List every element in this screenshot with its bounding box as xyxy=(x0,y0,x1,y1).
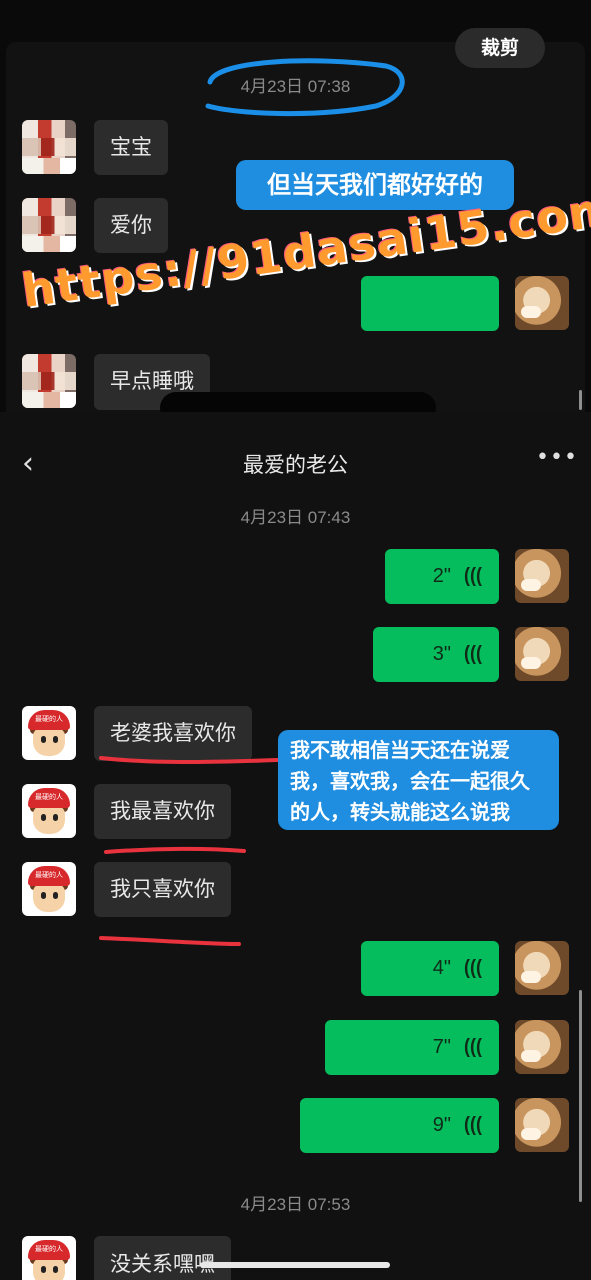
message-bubble: 没关系嘿嘿 xyxy=(94,1236,231,1280)
voice-duration: 3" xyxy=(432,643,452,665)
user-avatar[interactable] xyxy=(515,1020,569,1074)
voice-wave-icon: ((( xyxy=(464,1036,483,1058)
contact-avatar[interactable]: 最硬的人 xyxy=(22,862,76,916)
voice-wave-icon: ((( xyxy=(464,1114,483,1136)
chat-title: 最爱的老公 xyxy=(243,453,348,477)
avatar-badge-text: 最硬的人 xyxy=(35,793,63,801)
contact-avatar[interactable] xyxy=(22,354,76,408)
voice-message-bubble[interactable] xyxy=(361,276,499,331)
voice-duration: 9" xyxy=(432,1114,452,1136)
contact-avatar[interactable] xyxy=(22,120,76,174)
crop-button[interactable]: 裁剪 xyxy=(455,28,545,68)
underline-mark xyxy=(99,936,241,946)
voice-message-bubble[interactable]: 4" ((( xyxy=(361,941,499,996)
user-avatar[interactable] xyxy=(515,941,569,995)
avatar-badge-text: 最硬的人 xyxy=(35,715,63,723)
voice-duration: 7" xyxy=(432,1036,452,1058)
voice-wave-icon: ((( xyxy=(464,643,483,665)
chat-header: ‹ 最爱的老公 ••• xyxy=(0,412,591,512)
home-indicator[interactable] xyxy=(200,1262,390,1268)
scrollbar[interactable] xyxy=(579,990,582,1202)
voice-duration: 2" xyxy=(432,565,452,587)
annotation-note: 我不敢相信当天还在说爱我，喜欢我，会在一起很久的人，转头就能这么说我 xyxy=(278,730,559,830)
voice-wave-icon: ((( xyxy=(464,957,483,979)
chat-screen xyxy=(0,412,591,1280)
timestamp-circle-mark xyxy=(205,58,405,117)
user-avatar[interactable] xyxy=(515,627,569,681)
message-bubble: 宝宝 xyxy=(94,120,168,175)
scrollbar[interactable] xyxy=(579,390,582,410)
voice-message-bubble[interactable]: 9" ((( xyxy=(300,1098,499,1153)
user-avatar[interactable] xyxy=(515,549,569,603)
underline-mark xyxy=(99,756,279,764)
message-bubble: 我只喜欢你 xyxy=(94,862,231,917)
avatar-badge-text: 最硬的人 xyxy=(35,871,63,879)
message-bubble: 我最喜欢你 xyxy=(94,784,231,839)
contact-avatar[interactable]: 最硬的人 xyxy=(22,1236,76,1280)
contact-avatar[interactable] xyxy=(22,198,76,252)
contact-avatar[interactable]: 最硬的人 xyxy=(22,706,76,760)
underline-mark xyxy=(104,846,246,854)
contact-avatar[interactable]: 最硬的人 xyxy=(22,784,76,838)
avatar-badge-text: 最硬的人 xyxy=(35,1245,63,1253)
voice-message-bubble[interactable]: 7" ((( xyxy=(325,1020,499,1075)
ellipsis-icon[interactable]: ••• xyxy=(536,445,578,470)
user-avatar[interactable] xyxy=(515,276,569,330)
voice-duration: 4" xyxy=(432,957,452,979)
user-avatar[interactable] xyxy=(515,1098,569,1152)
timestamp: 4月23日 07:53 xyxy=(240,1195,351,1214)
voice-message-bubble[interactable]: 2" ((( xyxy=(385,549,499,604)
timestamp: 4月23日 07:43 xyxy=(240,508,351,527)
voice-wave-icon: ((( xyxy=(464,565,483,587)
voice-message-bubble[interactable]: 3" ((( xyxy=(373,627,499,682)
